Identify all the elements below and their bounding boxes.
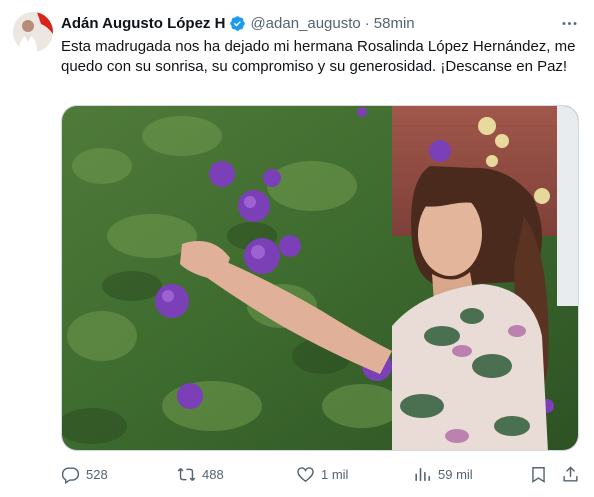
more-icon[interactable] (558, 12, 580, 34)
tweet: Adán Augusto López H @adan_augusto · 58m… (0, 0, 594, 497)
views-icon (415, 467, 431, 481)
views-count: 59 mil (438, 466, 473, 482)
tweet-header: Adán Augusto López H @adan_augusto · 58m… (61, 12, 580, 34)
reply-count: 528 (86, 466, 108, 482)
like-count: 1 mil (321, 466, 349, 482)
bookmark-button[interactable] (529, 462, 548, 486)
tweet-photo[interactable] (61, 105, 579, 451)
like-icon (297, 466, 314, 482)
retweet-icon (177, 467, 196, 481)
reply-button[interactable]: 528 (61, 462, 108, 486)
display-name[interactable]: Adán Augusto López H (61, 15, 225, 32)
like-button[interactable]: 1 mil (296, 462, 348, 486)
share-button[interactable] (561, 462, 580, 486)
reply-icon (61, 466, 80, 484)
bookmark-icon (532, 466, 545, 483)
separator-dot: · (364, 14, 370, 32)
verified-badge-icon (229, 15, 246, 32)
share-icon (563, 465, 578, 482)
tweet-text: Esta madrugada nos ha dejado mi hermana … (61, 38, 576, 75)
avatar[interactable] (13, 12, 53, 52)
retweet-button[interactable]: 488 (177, 462, 224, 486)
retweet-count: 488 (202, 466, 224, 482)
timestamp[interactable]: 58min (374, 15, 415, 32)
action-bar: 528 488 1 mil 59 mil (61, 462, 581, 486)
views-button[interactable]: 59 mil (413, 462, 473, 486)
handle[interactable]: @adan_augusto (250, 15, 360, 32)
